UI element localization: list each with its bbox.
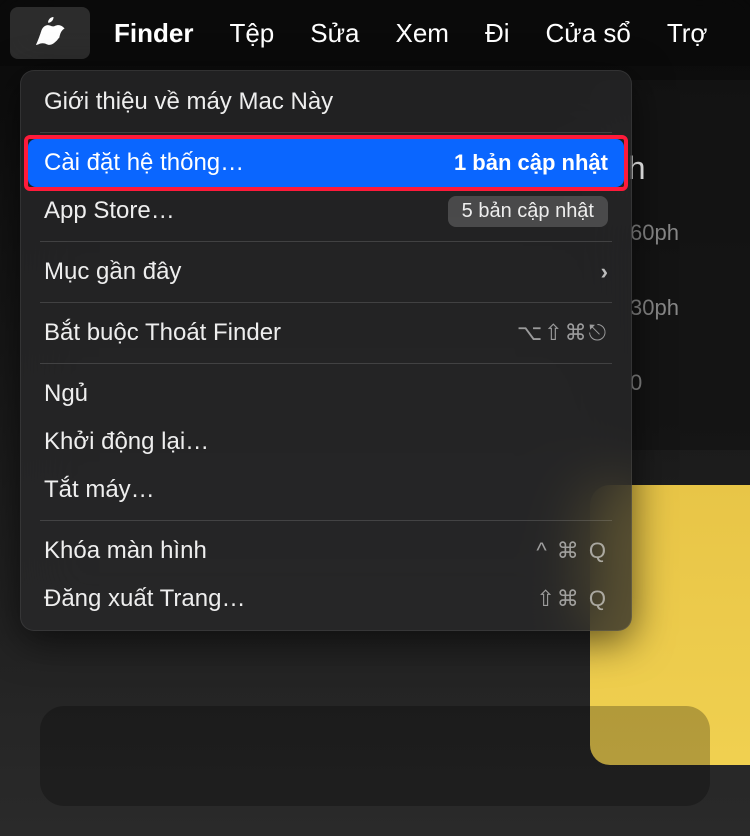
menu-restart[interactable]: Khởi động lại…: [28, 418, 624, 466]
menu-separator: [40, 132, 612, 133]
menubar-edit[interactable]: Sửa: [292, 0, 377, 66]
keyboard-shortcut: ⇧⌘ Q: [536, 586, 608, 612]
menu-label: Cài đặt hệ thống…: [44, 149, 244, 177]
menu-label: Ngủ: [44, 380, 88, 408]
menubar: Finder Tệp Sửa Xem Đi Cửa sổ Trợ: [0, 0, 750, 66]
apple-menu-button[interactable]: [10, 7, 90, 59]
menubar-file[interactable]: Tệp: [211, 0, 292, 66]
menu-label: Khởi động lại…: [44, 428, 209, 456]
menu-label: App Store…: [44, 197, 175, 225]
dock-background: [40, 706, 710, 806]
menu-label: Đăng xuất Trang…: [44, 585, 245, 613]
menubar-app-name[interactable]: Finder: [96, 0, 211, 66]
menu-system-settings[interactable]: Cài đặt hệ thống… 1 bản cập nhật: [28, 139, 624, 187]
menu-shutdown[interactable]: Tắt máy…: [28, 466, 624, 514]
menu-separator: [40, 302, 612, 303]
menu-separator: [40, 241, 612, 242]
apple-icon: [35, 16, 65, 50]
menu-separator: [40, 520, 612, 521]
menubar-window[interactable]: Cửa sổ: [528, 0, 649, 66]
keyboard-shortcut: ^ ⌘ Q: [536, 538, 608, 564]
menu-about-mac[interactable]: Giới thiệu về máy Mac Này: [28, 78, 624, 126]
menu-sleep[interactable]: Ngủ: [28, 370, 624, 418]
chevron-right-icon: ›: [601, 259, 608, 285]
menu-separator: [40, 363, 612, 364]
update-badge: 1 bản cập nhật: [454, 150, 608, 176]
menubar-help[interactable]: Trợ: [649, 0, 726, 66]
menu-app-store[interactable]: App Store… 5 bản cập nhật: [28, 187, 624, 235]
keyboard-shortcut: ⌥⇧⌘⎋: [517, 320, 608, 346]
menu-label: Khóa màn hình: [44, 537, 207, 565]
menu-lock-screen[interactable]: Khóa màn hình ^ ⌘ Q: [28, 527, 624, 575]
menubar-go[interactable]: Đi: [467, 0, 528, 66]
menu-label: Mục gần đây: [44, 258, 181, 286]
update-badge: 5 bản cập nhật: [448, 196, 608, 227]
widget-stat: 30ph: [630, 295, 679, 321]
menu-logout[interactable]: Đăng xuất Trang… ⇧⌘ Q: [28, 575, 624, 623]
menubar-view[interactable]: Xem: [377, 0, 466, 66]
menu-recent-items[interactable]: Mục gần đây ›: [28, 248, 624, 296]
widget-stat: 60ph: [630, 220, 679, 246]
menu-label: Tắt máy…: [44, 476, 155, 504]
apple-menu-dropdown: Giới thiệu về máy Mac Này Cài đặt hệ thố…: [20, 70, 632, 631]
menu-force-quit[interactable]: Bắt buộc Thoát Finder ⌥⇧⌘⎋: [28, 309, 624, 357]
menu-label: Bắt buộc Thoát Finder: [44, 319, 281, 347]
menu-label: Giới thiệu về máy Mac Này: [44, 88, 333, 116]
